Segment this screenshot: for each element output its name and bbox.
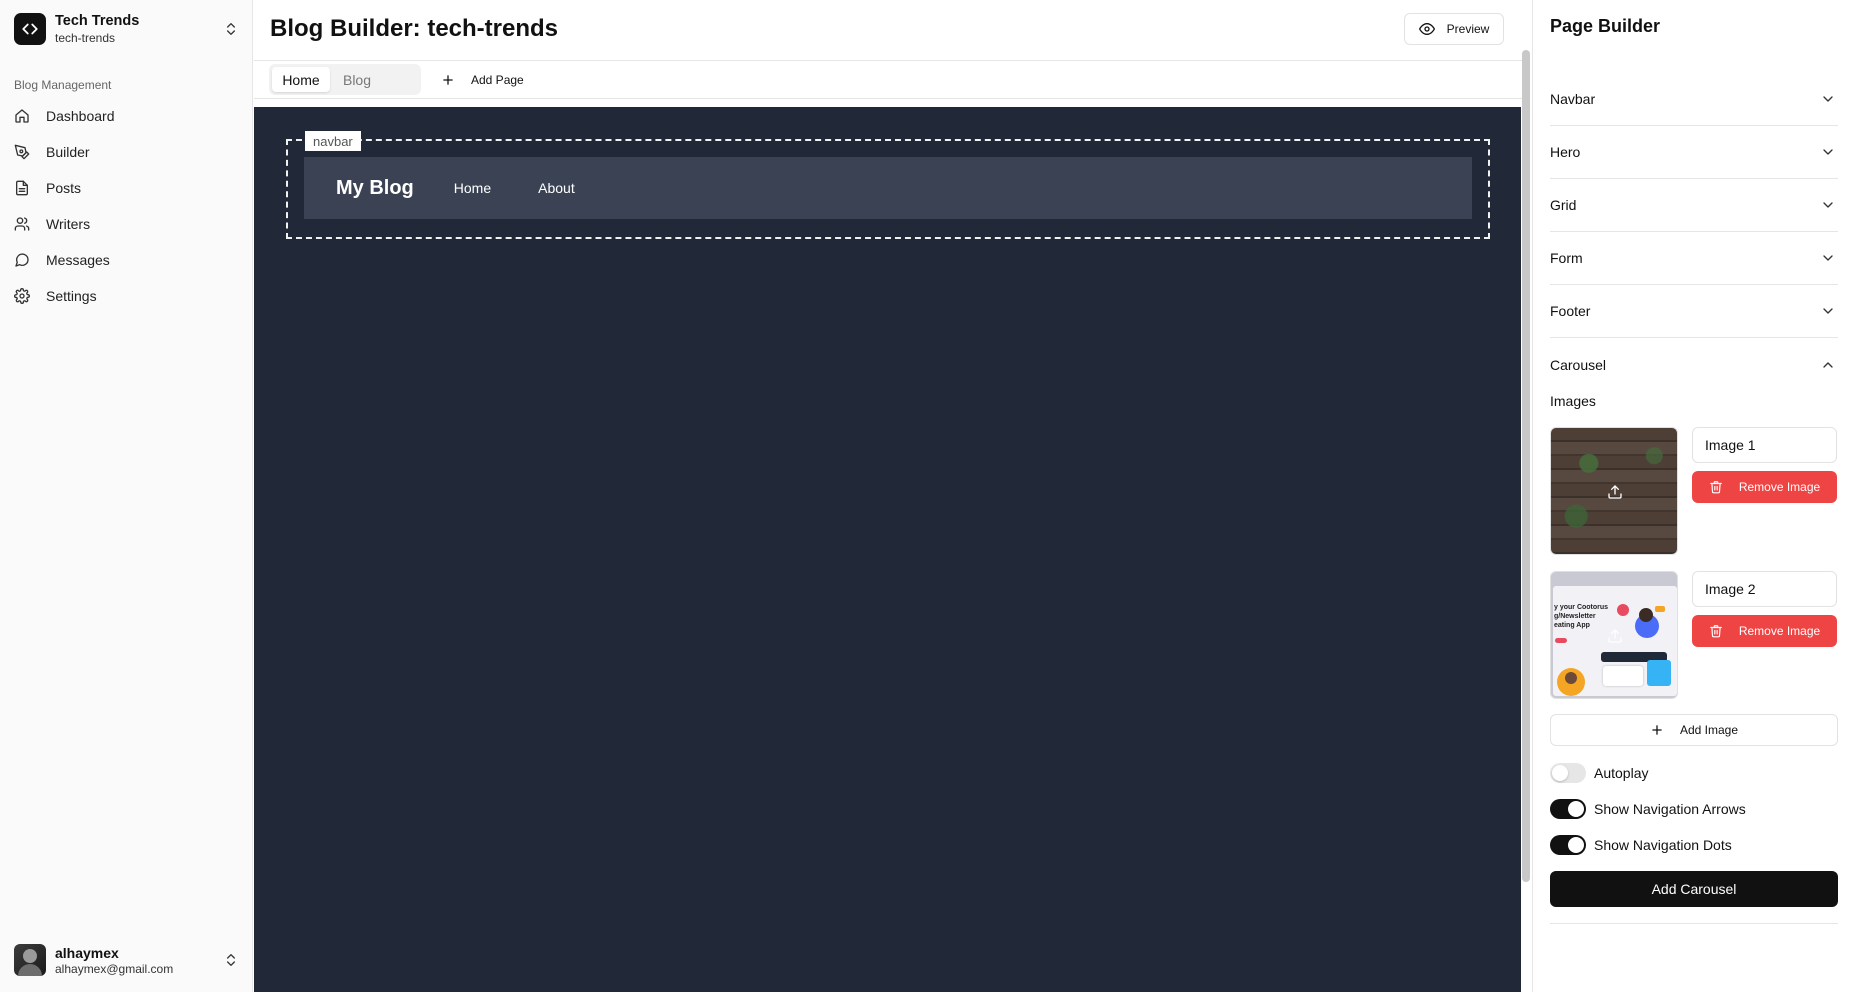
blog-brand: My Blog — [336, 176, 414, 199]
chevrons-up-down-icon — [227, 954, 235, 966]
preview-label: Preview — [1446, 22, 1490, 36]
blog-nav-link-home[interactable]: Home — [454, 180, 491, 196]
sidebar-item-messages[interactable]: Messages — [8, 242, 244, 278]
remove-image-1-button[interactable]: Remove Image — [1692, 471, 1837, 503]
chevron-down-icon — [1823, 308, 1833, 314]
toggle-label: Show Navigation Arrows — [1594, 801, 1746, 817]
tab-blog[interactable]: Blog — [332, 67, 382, 92]
panel-title: Page Builder — [1550, 16, 1661, 36]
upload-icon — [1608, 629, 1622, 643]
section-carousel[interactable]: Carousel — [1550, 338, 1838, 391]
user-email: alhaymex@gmail.com — [55, 961, 174, 976]
section-form[interactable]: Form — [1550, 232, 1838, 285]
image-2-headline: y your Cootorus g/Newsletter eating App — [1554, 604, 1609, 629]
add-page-label: Add Page — [471, 73, 524, 87]
gear-icon — [14, 288, 30, 304]
section-label: Navbar — [1550, 91, 1596, 107]
avatar — [14, 944, 46, 976]
remove-image-label: Remove Image — [1738, 480, 1821, 494]
blog-navbar-preview: My Blog Home About — [304, 157, 1472, 219]
images-label: Images — [1550, 393, 1596, 409]
file-text-icon — [16, 180, 28, 196]
sidebar-group-label: Blog Management — [14, 78, 112, 92]
section-footer[interactable]: Footer — [1550, 285, 1838, 338]
tab-home[interactable]: Home — [272, 67, 330, 92]
home-icon — [15, 109, 29, 123]
show-dots-toggle[interactable]: Show Navigation Dots — [1550, 834, 1732, 856]
section-label: Footer — [1550, 303, 1591, 319]
workspace-switcher[interactable]: Tech Trends tech-trends — [14, 10, 239, 48]
sidebar-item-builder[interactable]: Builder — [8, 134, 244, 170]
plus-icon — [1652, 725, 1662, 735]
section-label: Grid — [1550, 197, 1577, 213]
page-title: Blog Builder: tech-trends — [270, 15, 559, 42]
section-label: Carousel — [1550, 356, 1607, 373]
remove-image-2-button[interactable]: Remove Image — [1692, 615, 1837, 647]
page-tabs-bar: Home Blog Add Page — [254, 62, 1522, 99]
image-1-thumbnail[interactable] — [1550, 427, 1678, 555]
toggle-label: Autoplay — [1594, 765, 1649, 781]
chevron-down-icon — [1823, 96, 1833, 102]
autoplay-switch[interactable] — [1550, 763, 1586, 783]
add-carousel-button[interactable]: Add Carousel — [1550, 871, 1838, 907]
workspace-name: Tech Trends — [55, 13, 140, 30]
section-grid[interactable]: Grid — [1550, 179, 1838, 232]
sidebar-item-writers[interactable]: Writers — [8, 206, 244, 242]
sidebar-item-dashboard[interactable]: Dashboard — [8, 98, 244, 134]
show-dots-switch[interactable] — [1550, 835, 1586, 855]
sidebar-item-label: Settings — [46, 288, 97, 304]
sidebar-item-label: Builder — [46, 144, 90, 160]
pen-tool-icon — [14, 144, 30, 160]
toggle-label: Show Navigation Dots — [1594, 837, 1732, 853]
chevron-up-icon — [1823, 361, 1833, 368]
add-image-label: Add Image — [1679, 723, 1739, 737]
page-builder-panel: Page Builder Navbar Hero Grid Form Foote… — [1532, 0, 1858, 992]
navbar-block[interactable]: navbar My Blog Home About — [286, 131, 1490, 239]
section-label: Hero — [1550, 144, 1581, 160]
chevron-down-icon — [1823, 149, 1833, 155]
section-label: Form — [1550, 250, 1583, 266]
canvas-scrollbar[interactable] — [1522, 50, 1530, 882]
workspace-slug: tech-trends — [55, 30, 116, 45]
code-icon — [14, 13, 46, 45]
page-header: Blog Builder: tech-trends Preview — [254, 0, 1522, 61]
trash-icon — [1709, 481, 1722, 494]
blog-nav-link-about[interactable]: About — [538, 180, 575, 196]
sidebar-item-label: Posts — [46, 180, 82, 196]
chevrons-up-down-icon — [227, 23, 235, 35]
image-2-name-input[interactable] — [1692, 571, 1837, 607]
sidebar-item-label: Dashboard — [46, 108, 115, 124]
sidebar-item-label: Messages — [46, 252, 110, 268]
preview-button[interactable]: Preview — [1404, 13, 1504, 45]
eye-icon — [1418, 23, 1435, 35]
trash-icon — [1709, 625, 1722, 638]
message-circle-icon — [15, 253, 29, 267]
sidebar: Tech Trends tech-trends Blog Management … — [0, 0, 253, 992]
builder-canvas: navbar My Blog Home About — [254, 107, 1521, 992]
add-image-button[interactable]: Add Image — [1550, 714, 1838, 746]
sidebar-item-posts[interactable]: Posts — [8, 170, 244, 206]
autoplay-toggle[interactable]: Autoplay — [1550, 762, 1648, 784]
section-hero[interactable]: Hero — [1550, 126, 1838, 179]
chevron-down-icon — [1823, 202, 1833, 208]
sidebar-nav: Dashboard Builder Posts Writers Messages… — [8, 98, 244, 314]
divider — [1550, 923, 1838, 924]
sidebar-item-label: Writers — [46, 216, 91, 232]
image-1-name-input[interactable] — [1692, 427, 1837, 463]
user-menu[interactable]: alhaymex alhaymex@gmail.com — [14, 942, 239, 978]
chevron-down-icon — [1823, 255, 1833, 261]
image-2-thumbnail[interactable]: y your Cootorus g/Newsletter eating App — [1550, 571, 1678, 699]
show-arrows-switch[interactable] — [1550, 799, 1586, 819]
block-tag: navbar — [305, 131, 361, 151]
sidebar-item-settings[interactable]: Settings — [8, 278, 244, 314]
user-name: alhaymex — [55, 944, 119, 961]
remove-image-label: Remove Image — [1738, 624, 1821, 638]
page-tabs: Home Blog — [269, 64, 421, 95]
section-navbar[interactable]: Navbar — [1550, 73, 1838, 126]
plus-icon — [443, 75, 453, 85]
upload-icon — [1608, 485, 1622, 499]
show-arrows-toggle[interactable]: Show Navigation Arrows — [1550, 798, 1746, 820]
users-icon — [14, 217, 30, 231]
add-page-button[interactable]: Add Page — [441, 69, 524, 91]
